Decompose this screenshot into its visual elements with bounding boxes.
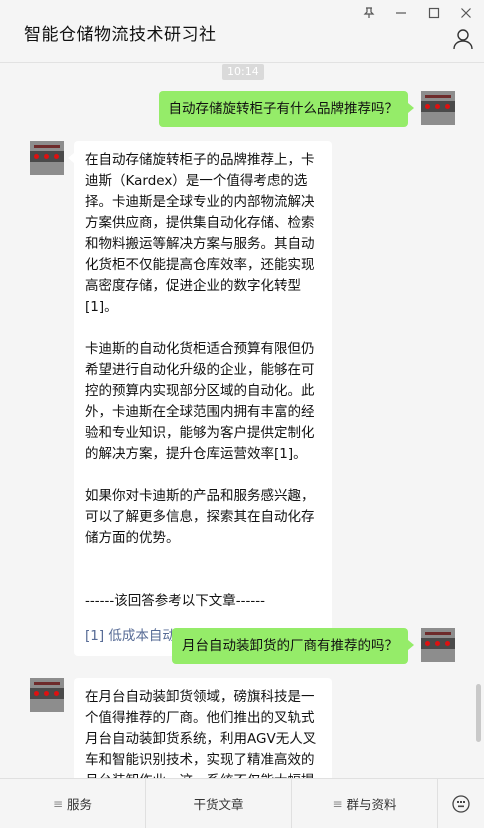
message-text: 月台自动装卸货的厂商有推荐的吗？: [182, 638, 398, 654]
user-message-bubble[interactable]: 月台自动装卸货的厂商有推荐的吗？: [172, 628, 414, 664]
scrollbar[interactable]: [476, 684, 481, 742]
menu-item-groups[interactable]: ≡ 群与资料: [292, 779, 438, 828]
menu-item-label: 群与资料: [346, 797, 397, 812]
profile-icon[interactable]: [452, 28, 474, 50]
maximize-icon[interactable]: [423, 4, 445, 22]
message-paragraph: 卡迪斯的自动化货柜适合预算有限但仍希望进行自动化升级的企业，能够在可控的预算内实…: [85, 341, 315, 462]
bot-avatar[interactable]: [30, 141, 64, 175]
bot-message-bubble[interactable]: 在月台自动装卸货领域，磅旗科技是一个值得推荐的厂商。他们推出的叉轨式月台自动装卸…: [74, 678, 332, 778]
bot-avatar[interactable]: [30, 678, 64, 712]
timestamp: 10:14: [222, 64, 264, 80]
chat-title: 智能仓储物流技术研习社: [24, 25, 217, 45]
pin-icon[interactable]: [358, 4, 380, 22]
message-paragraph: 在月台自动装卸货领域，磅旗科技是一个值得推荐的厂商。他们推出的叉轨式月台自动装卸…: [85, 689, 317, 778]
message-paragraph: 在自动存储旋转柜子的品牌推荐上，卡迪斯（Kardex）是一个值得考虑的选择。卡迪…: [85, 152, 315, 315]
message-paragraph: 如果你对卡迪斯的产品和服务感兴趣，可以了解更多信息，探索其在自动化存储方面的优势…: [85, 488, 315, 546]
close-icon[interactable]: [455, 4, 477, 22]
menu-lines-icon: ≡: [332, 796, 343, 811]
menu-item-label: 服务: [67, 797, 93, 812]
menu-item-label: 干货文章: [193, 797, 244, 812]
minimize-icon[interactable]: [390, 4, 412, 22]
menu-item-services[interactable]: ≡ 服务: [0, 779, 146, 828]
user-avatar[interactable]: [421, 91, 455, 125]
keyboard-toggle-icon[interactable]: [438, 779, 484, 828]
menu-lines-icon: ≡: [52, 796, 64, 811]
bot-message-bubble[interactable]: 在自动存储旋转柜子的品牌推荐上，卡迪斯（Kardex）是一个值得考虑的选择。卡迪…: [68, 141, 332, 656]
title-bar: 智能仓储物流技术研习社: [0, 0, 484, 63]
reference-header: ------该回答参考以下文章------: [85, 593, 265, 609]
menu-item-articles[interactable]: 干货文章: [146, 779, 292, 828]
message-text: 自动存储旋转柜子有什么品牌推荐吗？: [168, 101, 399, 117]
chat-area[interactable]: 10:14 自动存储旋转柜子有什么品牌推荐吗？ 在自动存储旋转柜子的品牌推荐上，…: [0, 62, 484, 778]
bottom-menu: ≡ 服务 干货文章 ≡ 群与资料: [0, 778, 484, 828]
user-avatar[interactable]: [421, 628, 455, 662]
user-message-bubble[interactable]: 自动存储旋转柜子有什么品牌推荐吗？: [158, 91, 414, 127]
